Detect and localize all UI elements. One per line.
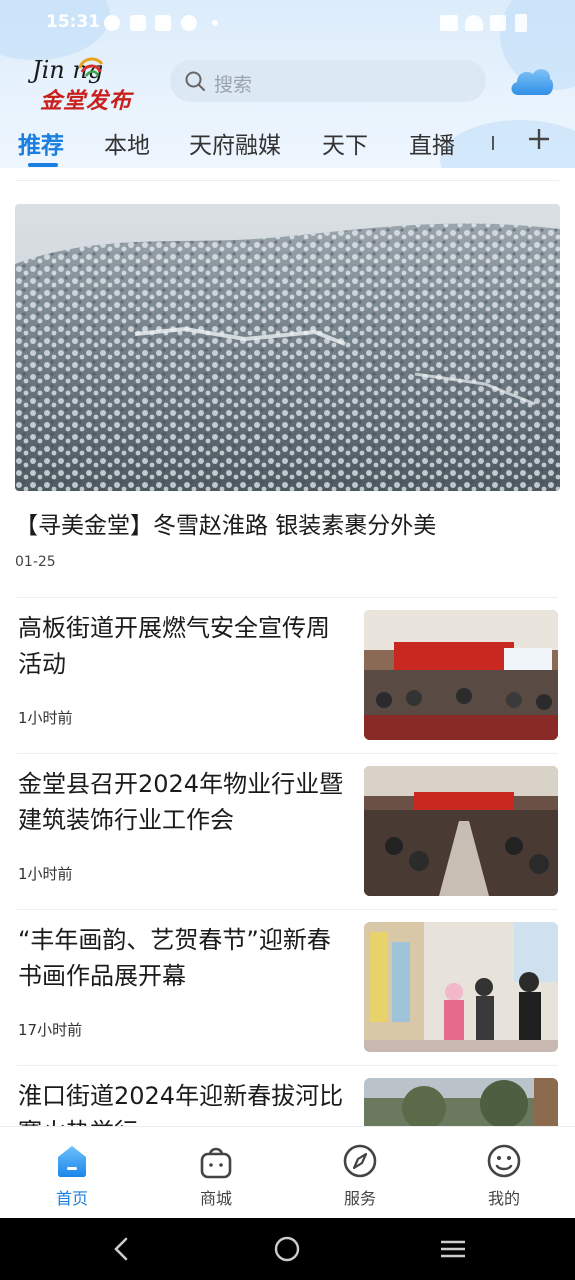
tab-recommend[interactable]: 推荐 <box>18 126 64 160</box>
weather-cloud-icon[interactable] <box>508 62 554 98</box>
featured-image[interactable] <box>15 204 560 491</box>
news-time: 1小时前 <box>18 709 73 727</box>
tab-tianfu-media[interactable]: 天府融媒 <box>189 126 281 160</box>
mail-icon <box>155 15 171 31</box>
news-title[interactable]: 淮口街道2024年迎新春拔河比赛火热举行 <box>18 1078 348 1126</box>
profile-icon <box>487 1144 521 1178</box>
notification-dot-icon <box>212 20 218 26</box>
app-logo[interactable]: Jin ng 金堂发布 <box>30 52 150 114</box>
home-icon <box>58 1146 86 1177</box>
nav-mine-label: 我的 <box>487 1189 520 1208</box>
system-navigation-bar <box>0 1218 575 1280</box>
recent-apps-icon[interactable] <box>438 1234 468 1264</box>
active-tab-indicator <box>28 163 58 167</box>
signal-icon <box>490 15 506 31</box>
news-title[interactable]: 金堂县召开2024年物业行业暨建筑装饰行业工作会 <box>18 766 348 838</box>
nav-mine[interactable]: 我的 <box>454 1127 554 1219</box>
telegram-icon <box>104 15 120 31</box>
divider <box>16 180 559 181</box>
news-item[interactable]: 淮口街道2024年迎新春拔河比赛火热举行 <box>0 1066 575 1126</box>
nav-home-label: 首页 <box>55 1189 88 1208</box>
news-thumbnail[interactable] <box>364 766 558 896</box>
search-icon <box>185 71 205 91</box>
tab-overflow-indicator <box>492 132 495 154</box>
news-item[interactable]: 高板街道开展燃气安全宣传周活动 1小时前 <box>0 598 575 754</box>
logo-text-cn: 金堂发布 <box>40 88 133 114</box>
home-button-icon[interactable] <box>272 1234 302 1264</box>
help-icon <box>181 15 197 31</box>
news-title[interactable]: 高板街道开展燃气安全宣传周活动 <box>18 610 348 682</box>
nav-home[interactable]: 首页 <box>22 1127 122 1219</box>
channel-tabs: 推荐 本地 天府融媒 天下 直播 <box>0 118 575 168</box>
news-thumbnail[interactable] <box>364 1078 558 1126</box>
vibrate-icon <box>440 15 458 31</box>
news-item[interactable]: “丰年画韵、艺贺春节”迎新春书画作品展开幕 17小时前 <box>0 910 575 1066</box>
tab-local[interactable]: 本地 <box>104 126 150 160</box>
logo-swirl-icon <box>78 57 104 77</box>
tab-live[interactable]: 直播 <box>409 126 455 160</box>
news-thumbnail[interactable] <box>364 610 558 740</box>
featured-date: 01-25 <box>15 554 56 570</box>
news-item[interactable]: 金堂县召开2024年物业行业暨建筑装饰行业工作会 1小时前 <box>0 754 575 910</box>
add-channel-icon[interactable] <box>524 124 554 154</box>
battery-icon <box>515 14 527 32</box>
nav-mall-label: 商城 <box>199 1189 232 1208</box>
nav-mall[interactable]: 商城 <box>166 1127 266 1219</box>
bottom-navigation: 首页 商城 服务 我的 <box>0 1126 575 1218</box>
tab-world[interactable]: 天下 <box>322 126 368 160</box>
mail-icon <box>130 15 146 31</box>
back-icon[interactable] <box>107 1234 137 1264</box>
news-time: 1小时前 <box>18 865 73 883</box>
status-time: 15:31 <box>46 12 101 32</box>
featured-title[interactable]: 【寻美金堂】冬雪赵淮路 银装素裹分外美 <box>15 506 436 540</box>
news-time: 17小时前 <box>18 1021 83 1039</box>
wifi-icon <box>465 15 483 31</box>
search-placeholder: 搜索 <box>214 74 253 96</box>
compass-icon <box>343 1144 377 1178</box>
snowy-mountain-image <box>15 204 560 491</box>
search-input[interactable]: 搜索 <box>170 60 486 102</box>
status-bar: 15:31 <box>0 0 575 46</box>
news-thumbnail[interactable] <box>364 922 558 1052</box>
nav-service[interactable]: 服务 <box>310 1127 410 1219</box>
shopping-bag-icon <box>200 1147 232 1179</box>
nav-service-label: 服务 <box>343 1189 376 1208</box>
news-title[interactable]: “丰年画韵、艺贺春节”迎新春书画作品展开幕 <box>18 922 348 994</box>
